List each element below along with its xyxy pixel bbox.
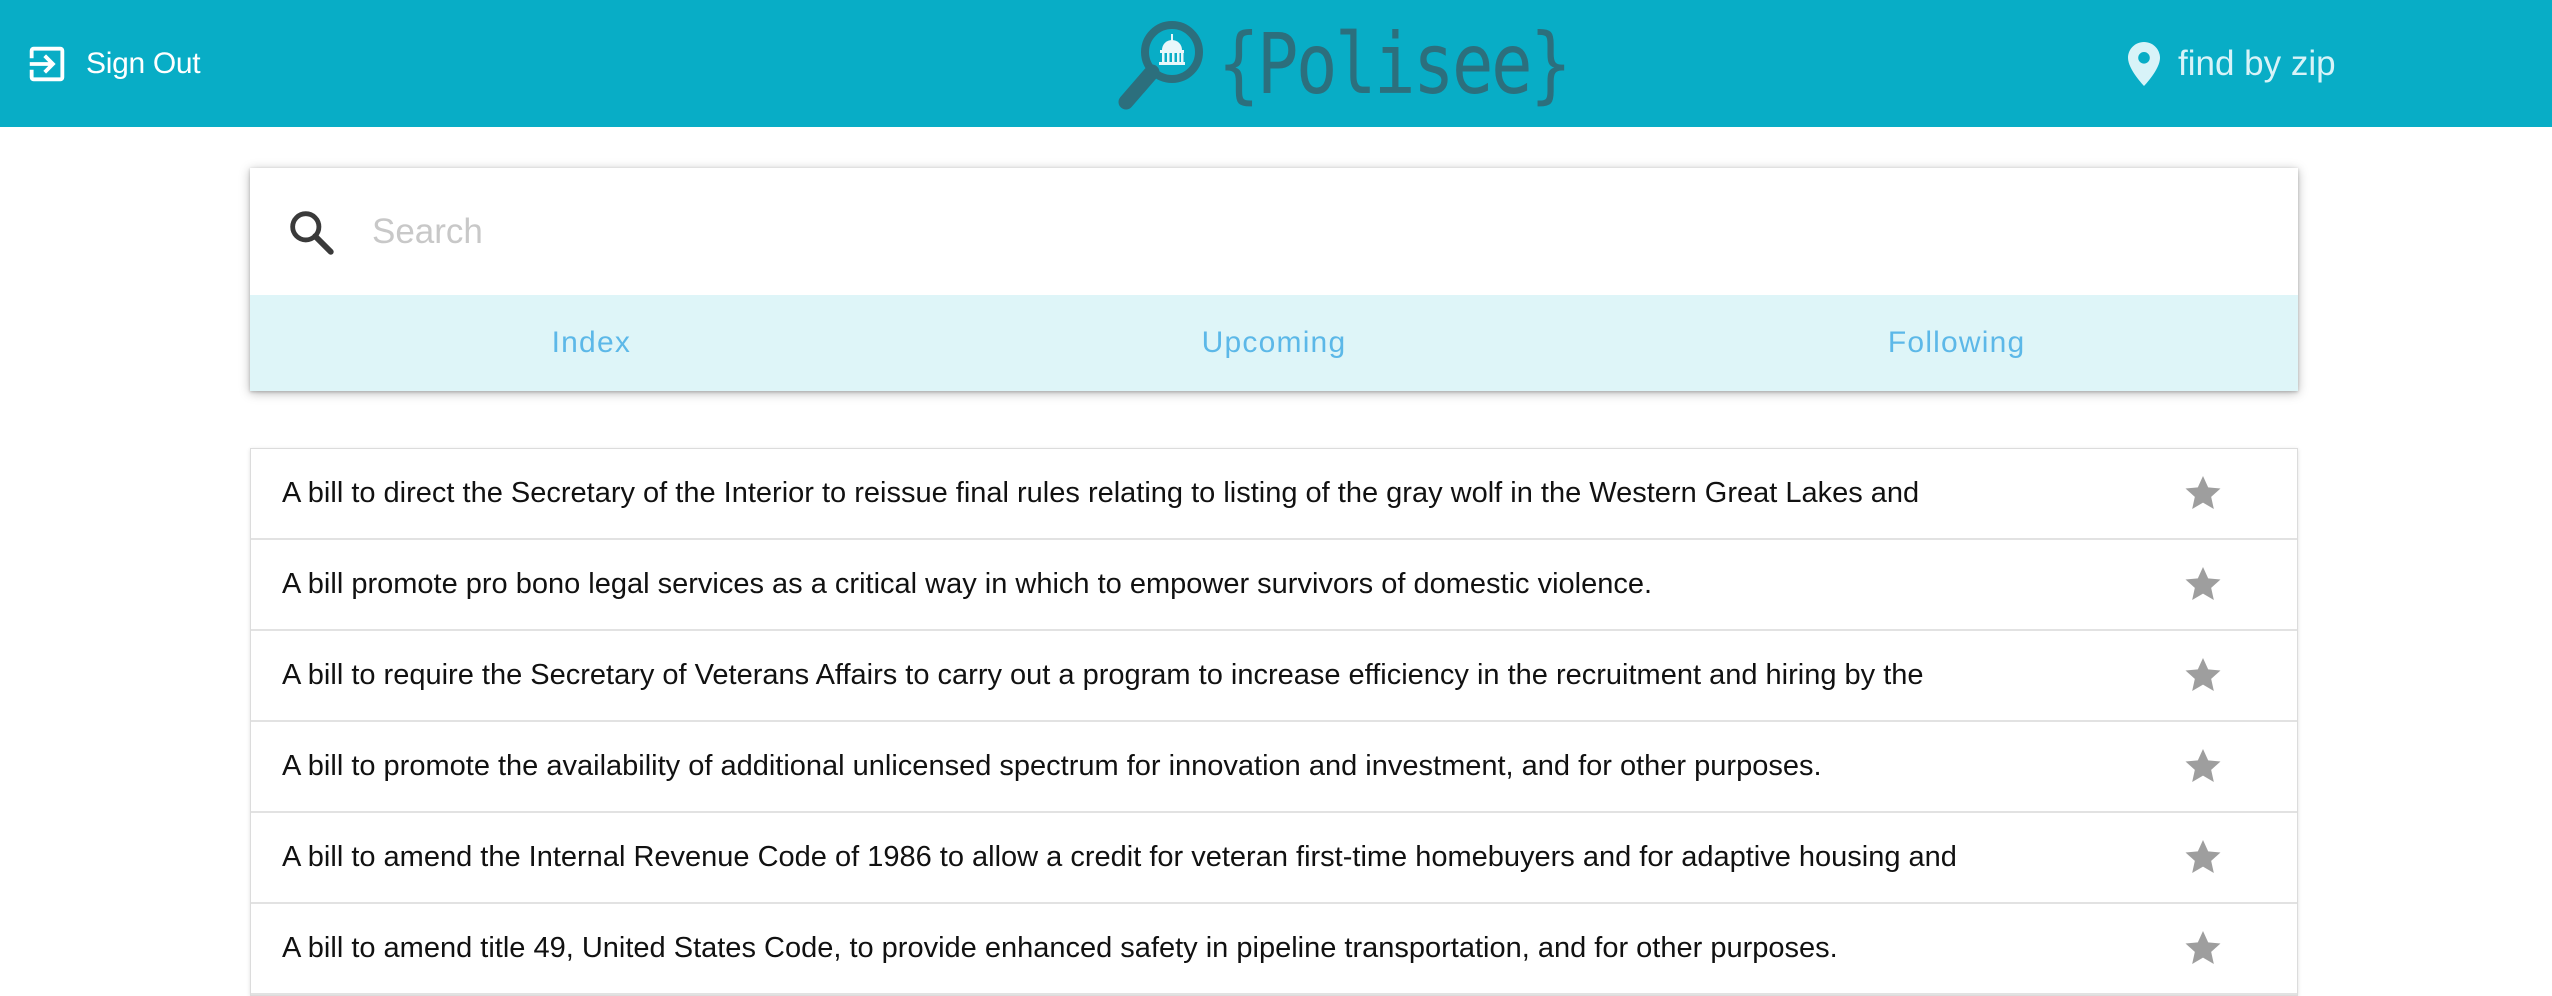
search-input[interactable]	[370, 210, 2224, 253]
star-icon[interactable]	[2183, 655, 2223, 695]
sign-out-label: Sign Out	[86, 47, 201, 80]
tab-upcoming[interactable]: Upcoming	[933, 295, 1616, 391]
tab-following[interactable]: Following	[1615, 295, 2298, 391]
bill-list: A bill to direct the Secretary of the In…	[250, 448, 2298, 996]
bill-row[interactable]: A bill promote pro bono legal services a…	[251, 540, 2297, 631]
polisee-logo[interactable]: {Polisee}	[1116, 12, 1646, 116]
logo-text: {Polisee}	[1218, 15, 1572, 113]
bill-title: A bill to require the Secretary of Veter…	[282, 659, 1924, 691]
find-by-zip-button[interactable]: find by zip	[2128, 40, 2336, 88]
bill-row[interactable]: A bill to amend title 49, United States …	[251, 904, 2297, 995]
star-icon[interactable]	[2183, 473, 2223, 513]
bill-title: A bill to promote the availability of ad…	[282, 750, 1822, 782]
sign-out-icon	[29, 46, 65, 82]
sign-out-button[interactable]: Sign Out	[24, 40, 201, 88]
location-pin-icon	[2128, 42, 2160, 86]
search-bar	[250, 168, 2298, 295]
star-icon[interactable]	[2183, 928, 2223, 968]
tab-index[interactable]: Index	[250, 295, 933, 391]
search-icon[interactable]	[286, 207, 336, 257]
search-card: Index Upcoming Following	[250, 168, 2298, 391]
magnifier-capitol-icon	[1118, 21, 1203, 110]
star-icon[interactable]	[2183, 746, 2223, 786]
star-icon[interactable]	[2183, 564, 2223, 604]
star-icon[interactable]	[2183, 837, 2223, 877]
tab-bar: Index Upcoming Following	[250, 295, 2298, 391]
bill-row[interactable]: A bill to amend the Internal Revenue Cod…	[251, 813, 2297, 904]
bill-title: A bill promote pro bono legal services a…	[282, 568, 1653, 600]
bill-row[interactable]: A bill to direct the Secretary of the In…	[251, 449, 2297, 540]
find-by-zip-label: find by zip	[2178, 44, 2336, 83]
bill-title: A bill to amend the Internal Revenue Cod…	[282, 841, 1957, 873]
bill-title: A bill to direct the Secretary of the In…	[282, 477, 1920, 509]
bill-row[interactable]: A bill to promote the availability of ad…	[251, 722, 2297, 813]
bill-row[interactable]: A bill to require the Secretary of Veter…	[251, 631, 2297, 722]
app-header: Sign Out {Polisee} find by zip	[0, 0, 2552, 127]
bill-title: A bill to amend title 49, United States …	[282, 932, 1838, 964]
